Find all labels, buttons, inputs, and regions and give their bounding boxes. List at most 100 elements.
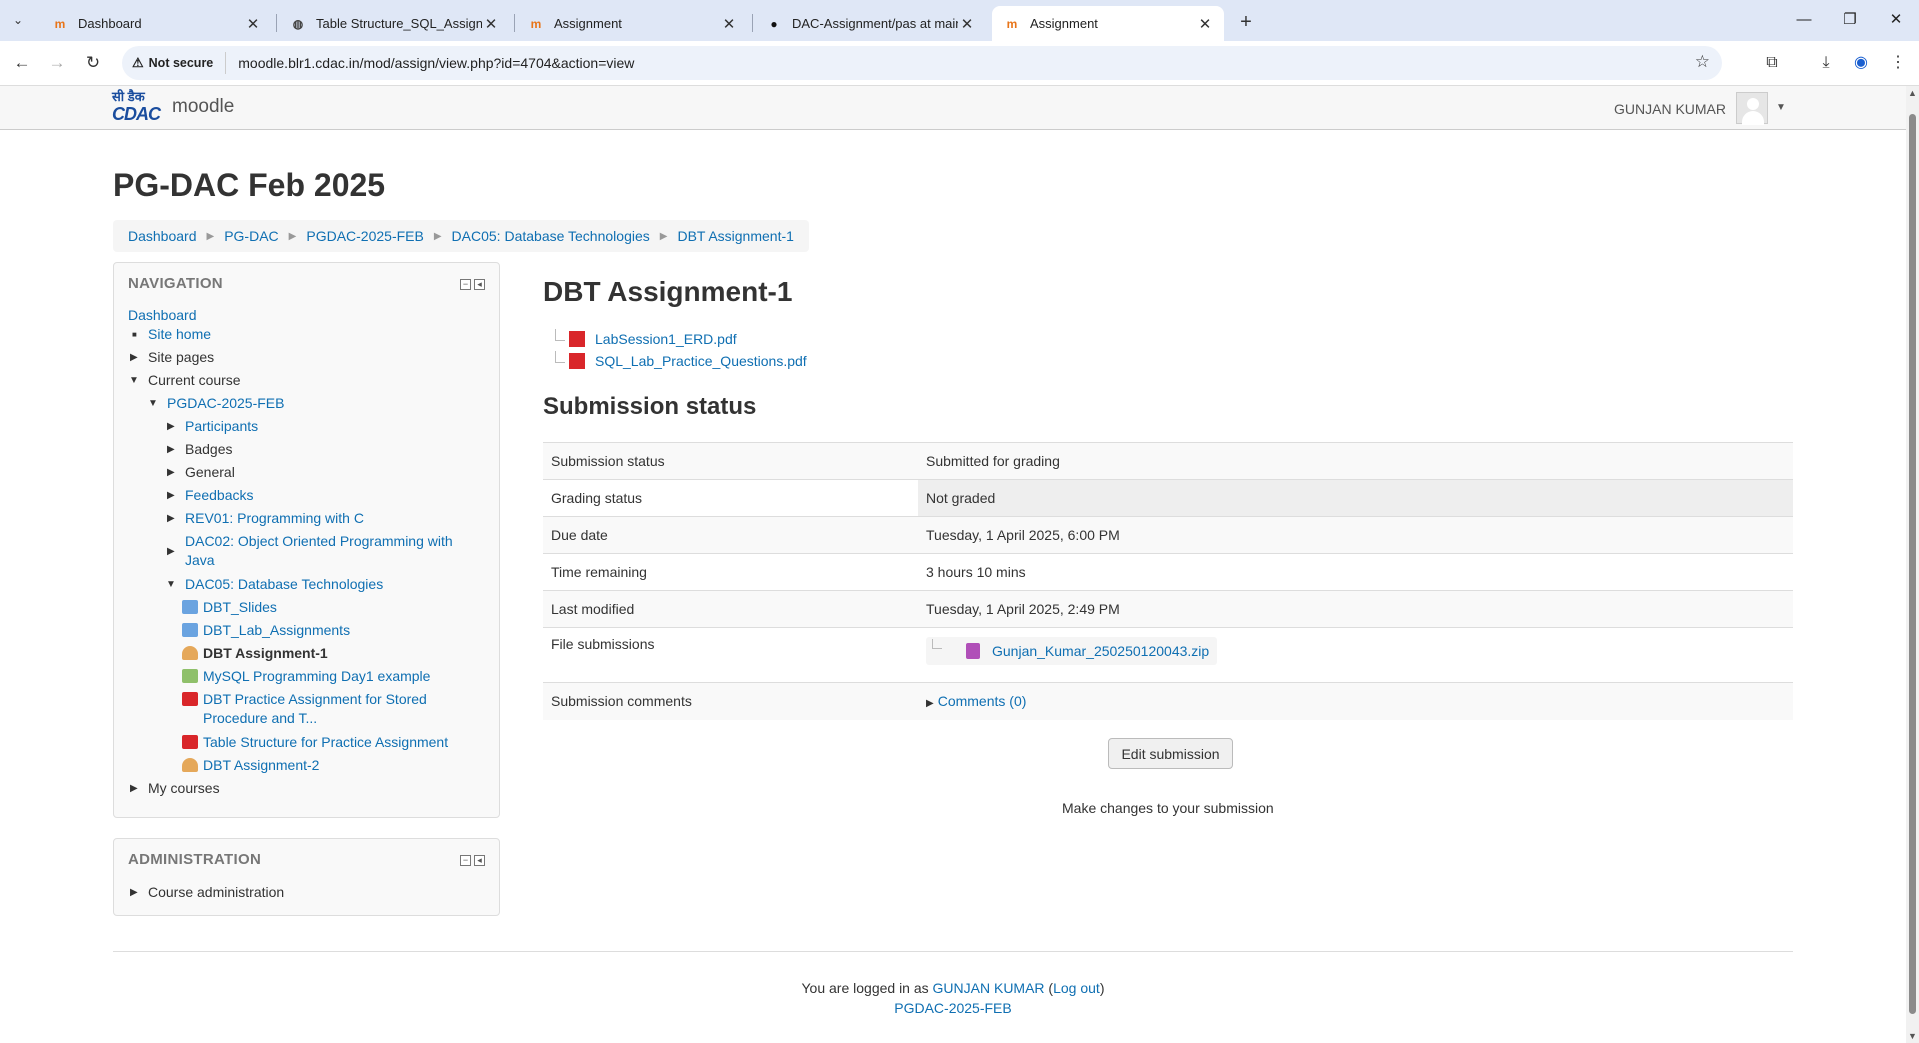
menu-icon[interactable]: ⋮ [1886, 51, 1910, 75]
nav-dac05[interactable]: ▼ DAC05: Database Technologies [165, 575, 383, 594]
nav-site-pages[interactable]: ▶ Site pages [128, 348, 214, 367]
footer-user-link[interactable]: GUNJAN KUMAR [933, 980, 1045, 996]
avatar[interactable] [1736, 92, 1768, 125]
address-bar[interactable]: ⚠ Not secure moodle.blr1.cdac.in/mod/ass… [122, 46, 1722, 80]
attachment-link[interactable]: SQL_Lab_Practice_Questions.pdf [595, 353, 807, 369]
restore-icon[interactable]: ❐ [1827, 7, 1873, 33]
footer-course-link[interactable]: PGDAC-2025-FEB [894, 1000, 1011, 1016]
nav-dbt-practice[interactable]: DBT Practice Assignment for Stored Proce… [182, 690, 482, 728]
extensions-icon[interactable]: ⧉ [1760, 51, 1784, 75]
chevron-right-icon[interactable]: ▶ [167, 542, 175, 561]
close-icon[interactable]: ✕ [482, 15, 500, 33]
attachment-row: SQL_Lab_Practice_Questions.pdf [555, 351, 807, 369]
tab-title: Table Structure_SQL_Assignment [316, 16, 482, 31]
page-scrollbar[interactable]: ▲ ▼ [1906, 86, 1919, 1043]
nav-dbt-slides[interactable]: DBT_Slides [182, 598, 277, 617]
chevron-right-icon[interactable]: ▶ [130, 348, 138, 367]
forward-icon[interactable]: → [44, 50, 70, 76]
nav-feedbacks[interactable]: ▶ Feedbacks [165, 486, 253, 505]
nav-dbt-assignment-1[interactable]: DBT Assignment-1 [182, 644, 328, 663]
profile-icon[interactable]: ◉ [1849, 51, 1873, 75]
chevron-right-icon[interactable]: ▶ [167, 463, 175, 482]
user-name[interactable]: GUNJAN KUMAR [1614, 101, 1726, 117]
chevron-right-icon[interactable]: ▶ [167, 509, 175, 528]
breadcrumb-dac05[interactable]: DAC05: Database Technologies [452, 228, 650, 244]
chevron-down-icon[interactable]: ▼ [129, 371, 139, 390]
attachment-row: LabSession1_ERD.pdf [555, 329, 737, 347]
bookmark-star-icon[interactable]: ☆ [1695, 52, 1710, 72]
tab-github[interactable]: ● DAC-Assignment/pas at main · ✕ [754, 6, 986, 41]
breadcrumb-dashboard[interactable]: Dashboard [128, 228, 197, 244]
table-row: Due date Tuesday, 1 April 2025, 6:00 PM [543, 516, 1793, 554]
nav-mysql-day1[interactable]: MySQL Programming Day1 example [182, 667, 430, 686]
chevron-down-icon[interactable]: ▼ [148, 394, 158, 413]
nav-dac02[interactable]: ▶ DAC02: Object Oriented Programming wit… [165, 532, 475, 570]
nav-participants[interactable]: ▶ Participants [165, 417, 258, 436]
nav-general[interactable]: ▶ General [165, 463, 235, 482]
attachment-link[interactable]: LabSession1_ERD.pdf [595, 331, 737, 347]
url-text[interactable]: moodle.blr1.cdac.in/mod/assign/view.php?… [238, 55, 634, 71]
reload-icon[interactable]: ↻ [80, 50, 106, 76]
download-icon[interactable]: ⤓ [1814, 51, 1838, 75]
chevron-right-icon[interactable]: ▶ [167, 417, 175, 436]
tab-table-structure[interactable]: ◍ Table Structure_SQL_Assignment ✕ [278, 6, 510, 41]
logout-link[interactable]: Log out [1053, 980, 1100, 996]
browser-toolbar: ← → ↻ ⚠ Not secure moodle.blr1.cdac.in/m… [0, 41, 1919, 86]
minimize-icon[interactable]: — [1781, 7, 1827, 33]
collapse-icon[interactable]: − [460, 279, 471, 290]
nav-current-course[interactable]: ▼ Current course [128, 371, 241, 390]
collapse-icon[interactable]: − [460, 855, 471, 866]
nav-course-administration[interactable]: ▶ Course administration [128, 883, 284, 902]
edit-submission-button[interactable]: Edit submission [1108, 738, 1233, 769]
nav-my-courses[interactable]: ▶ My courses [128, 779, 220, 798]
scroll-down-icon[interactable]: ▼ [1908, 1031, 1917, 1041]
chevron-right-icon[interactable]: ▶ [167, 440, 175, 459]
nav-course[interactable]: ▼ PGDAC-2025-FEB [147, 394, 284, 413]
back-icon[interactable]: ← [9, 50, 35, 76]
nav-badges[interactable]: ▶ Badges [165, 440, 232, 459]
scroll-up-icon[interactable]: ▲ [1908, 88, 1917, 98]
block-title: NAVIGATION [128, 275, 223, 292]
scrollbar-thumb[interactable] [1909, 114, 1916, 1014]
close-icon[interactable]: ✕ [1196, 15, 1214, 33]
moodle-icon: m [1006, 16, 1018, 31]
last-modified-value: Tuesday, 1 April 2025, 2:49 PM [918, 590, 1793, 628]
breadcrumb-pg-dac[interactable]: PG-DAC [224, 228, 278, 244]
chevron-right-icon[interactable]: ▶ [130, 779, 138, 798]
pdf-icon [569, 353, 585, 369]
nav-dashboard[interactable]: Dashboard [128, 306, 197, 325]
close-icon[interactable]: ✕ [244, 15, 262, 33]
nav-site-home[interactable]: ■ Site home [128, 325, 211, 344]
new-tab-button[interactable]: + [1232, 8, 1260, 36]
submitted-file-link[interactable]: Gunjan_Kumar_250250120043.zip [992, 643, 1209, 659]
close-icon[interactable]: ✕ [958, 15, 976, 33]
dock-icon[interactable]: ◂ [474, 279, 485, 290]
comments-link[interactable]: Comments (0) [938, 693, 1027, 709]
folder-icon [182, 600, 198, 614]
breadcrumb-course[interactable]: PGDAC-2025-FEB [306, 228, 423, 244]
tab-dashboard[interactable]: m Dashboard ✕ [40, 6, 272, 41]
tab-assignment[interactable]: m Assignment ✕ [516, 6, 748, 41]
security-indicator[interactable]: ⚠ Not secure [132, 52, 227, 74]
breadcrumb-assignment[interactable]: DBT Assignment-1 [677, 228, 793, 244]
nav-table-structure[interactable]: Table Structure for Practice Assignment [182, 733, 448, 752]
chevron-down-icon[interactable]: ▼ [166, 575, 176, 594]
chevron-right-icon[interactable]: ▶ [167, 486, 175, 505]
pdf-icon [182, 735, 198, 749]
tab-assignment-active[interactable]: m Assignment ✕ [992, 6, 1224, 41]
chevron-right-icon[interactable]: ▶ [130, 883, 138, 902]
table-row: File submissions Gunjan_Kumar_2502501200… [543, 627, 1793, 683]
window-close-icon[interactable]: ✕ [1873, 7, 1919, 33]
chevron-down-icon[interactable]: ▼ [1776, 102, 1786, 113]
close-icon[interactable]: ✕ [720, 15, 738, 33]
nav-rev01[interactable]: ▶ REV01: Programming with C [165, 509, 364, 528]
chevron-right-icon[interactable]: ▶ [926, 698, 934, 709]
tab-search-icon[interactable]: ⌄ [6, 9, 30, 31]
cdac-logo[interactable]: सी डैक CDAC [112, 90, 162, 126]
breadcrumb-separator-icon: ▶ [659, 230, 668, 242]
row-label: Submission comments [543, 682, 918, 720]
nav-dbt-lab[interactable]: DBT_Lab_Assignments [182, 621, 350, 640]
nav-dbt-assignment-2[interactable]: DBT Assignment-2 [182, 756, 319, 775]
dock-icon[interactable]: ◂ [474, 855, 485, 866]
site-name[interactable]: moodle [172, 96, 234, 118]
